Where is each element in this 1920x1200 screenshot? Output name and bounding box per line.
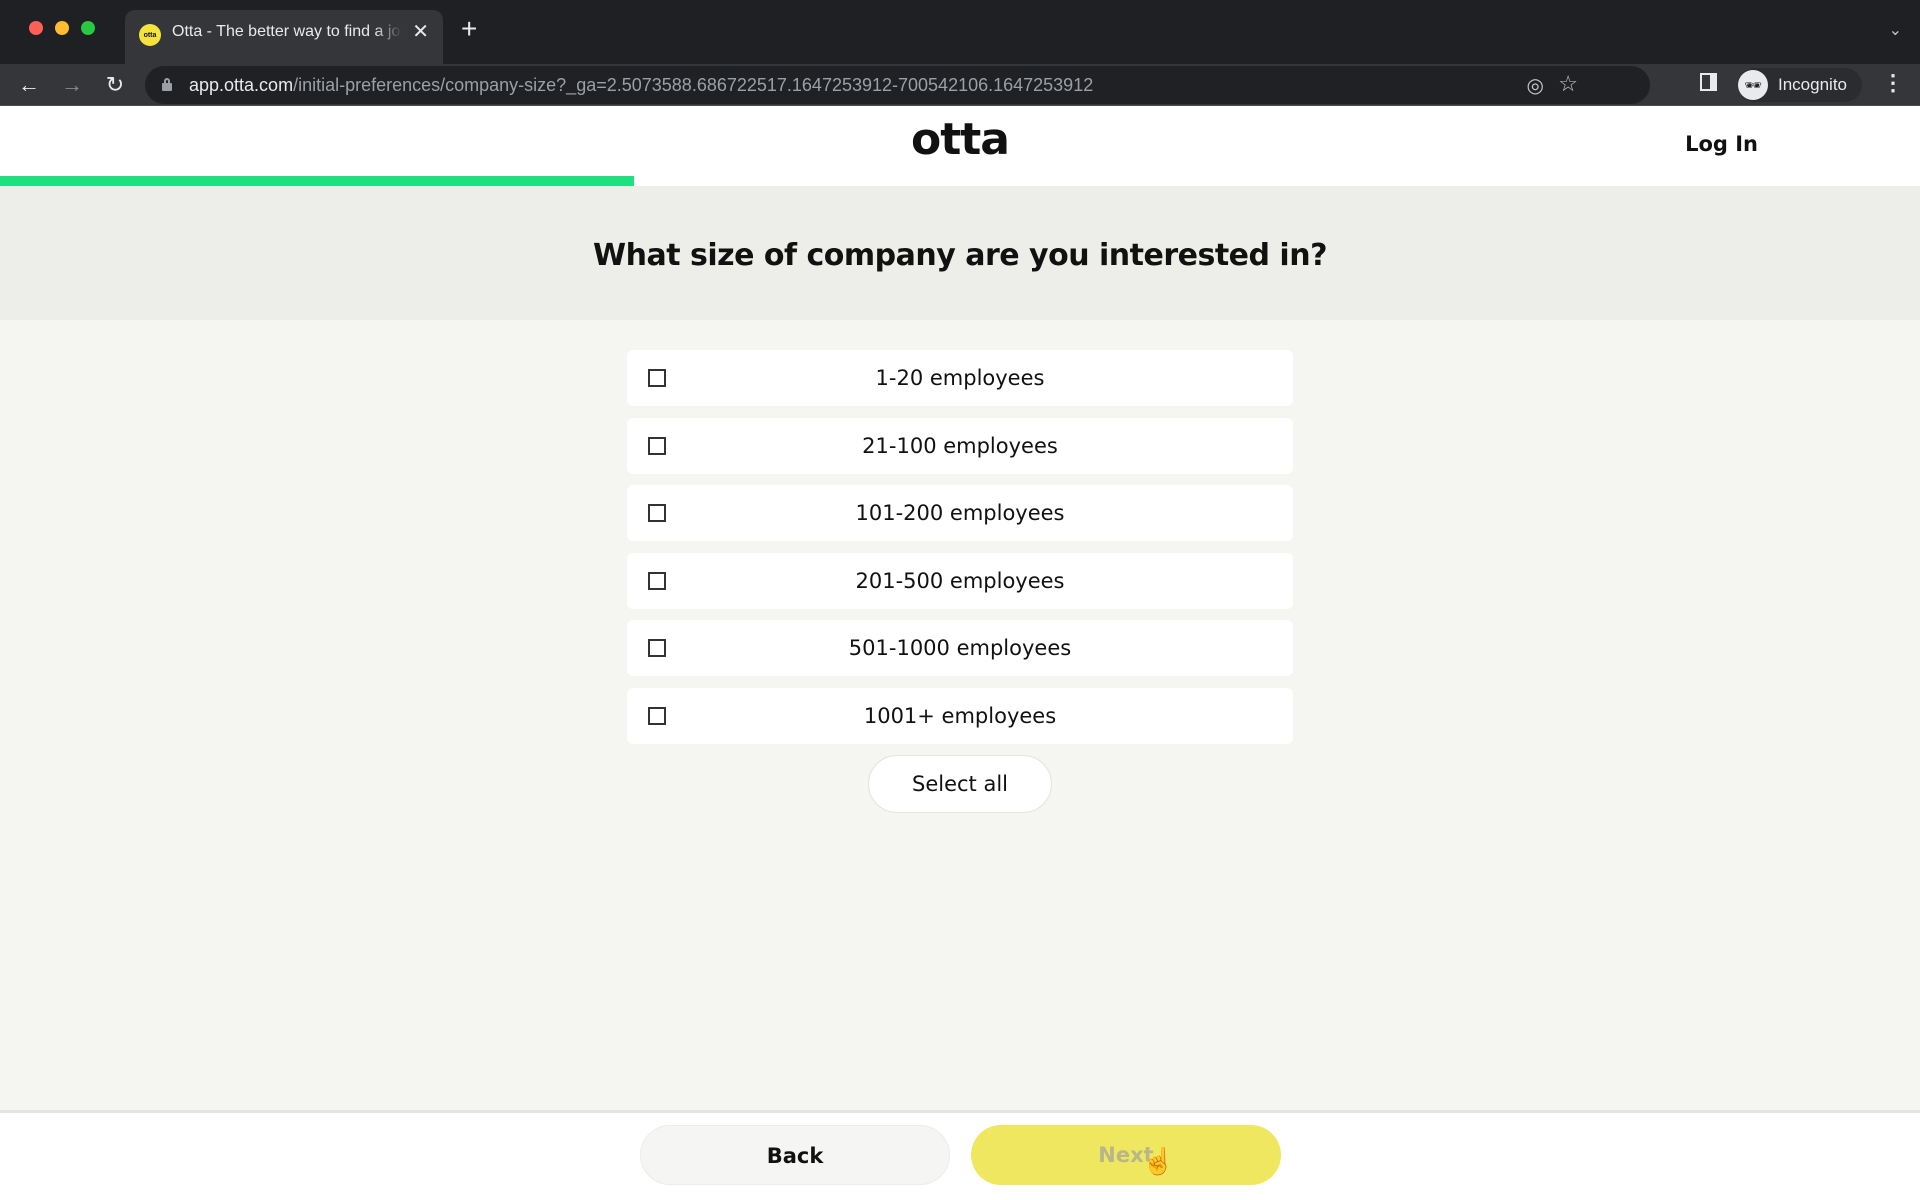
question-band: What size of company are you interested …: [0, 186, 1920, 320]
option-501-1000[interactable]: 501-1000 employees: [627, 620, 1293, 676]
reload-icon[interactable]: ↻: [100, 70, 130, 100]
browser-toolbar: ← → ↻ app.otta.com/initial-preferences/c…: [0, 64, 1920, 106]
progress-bar-fill: [0, 176, 634, 186]
company-size-options: 1-20 employees 21-100 employees 101-200 …: [627, 350, 1293, 755]
tab-search-chevron-icon[interactable]: ⌄: [1889, 20, 1902, 40]
close-tab-icon[interactable]: ✕: [412, 20, 429, 44]
otta-favicon-icon: otta: [139, 24, 161, 46]
option-label: 101-200 employees: [855, 501, 1065, 525]
back-arrow-icon[interactable]: ←: [14, 70, 44, 100]
option-label: 1001+ employees: [863, 703, 1057, 728]
bookmark-star-icon[interactable]: ☆: [1558, 71, 1578, 97]
browser-tab-active[interactable]: otta Otta - The better way to find a job…: [125, 10, 443, 64]
page-viewport: otta Log In What size of company are you…: [0, 106, 1920, 1200]
select-all-button[interactable]: Select all: [868, 755, 1052, 813]
browser-menu-icon[interactable]: ⋮: [1882, 70, 1904, 96]
otta-logo[interactable]: otta: [0, 114, 1920, 165]
eye-off-icon[interactable]: ◎: [1527, 73, 1544, 98]
incognito-icon: 🕶: [1738, 70, 1768, 100]
option-label: 201-500 employees: [855, 568, 1065, 593]
login-link[interactable]: Log In: [1685, 132, 1758, 156]
url-host: app.otta.com: [189, 75, 294, 95]
option-label: 1-20 employees: [875, 366, 1045, 390]
option-label: 21-100 employees: [862, 433, 1058, 458]
minimize-window-button[interactable]: [55, 21, 69, 35]
url-text[interactable]: app.otta.com/initial-preferences/company…: [189, 75, 1093, 96]
option-1001-plus[interactable]: 1001+ employees: [627, 687, 1293, 744]
hand-pointer-cursor-icon: ☝: [1142, 1146, 1175, 1176]
lock-icon[interactable]: [162, 78, 172, 91]
url-path: /initial-preferences/company-size?_ga=2.…: [293, 75, 1094, 95]
page-title: What size of company are you interested …: [593, 238, 1327, 273]
browser-tab-bar: otta Otta - The better way to find a job…: [0, 0, 1920, 64]
option-1-20[interactable]: 1-20 employees: [627, 350, 1293, 406]
back-button[interactable]: Back: [640, 1125, 950, 1185]
new-tab-button[interactable]: +: [461, 15, 477, 43]
incognito-profile-button[interactable]: 🕶 Incognito: [1738, 68, 1862, 102]
next-button[interactable]: Next: [971, 1125, 1281, 1185]
side-panel-icon[interactable]: [1700, 73, 1717, 91]
close-window-button[interactable]: [29, 21, 43, 35]
option-101-200[interactable]: 101-200 employees: [627, 485, 1293, 541]
maximize-window-button[interactable]: [81, 21, 95, 35]
option-201-500[interactable]: 201-500 employees: [627, 552, 1293, 609]
tab-title: Otta - The better way to find a job: [172, 23, 402, 40]
forward-arrow-icon[interactable]: →: [57, 70, 87, 100]
site-header: otta Log In: [0, 106, 1920, 186]
option-21-100[interactable]: 21-100 employees: [627, 417, 1293, 474]
option-label: 501-1000 employees: [848, 636, 1072, 660]
incognito-label: Incognito: [1778, 75, 1847, 94]
address-bar[interactable]: app.otta.com/initial-preferences/company…: [145, 66, 1650, 104]
footer-nav: Back Next: [0, 1110, 1920, 1200]
